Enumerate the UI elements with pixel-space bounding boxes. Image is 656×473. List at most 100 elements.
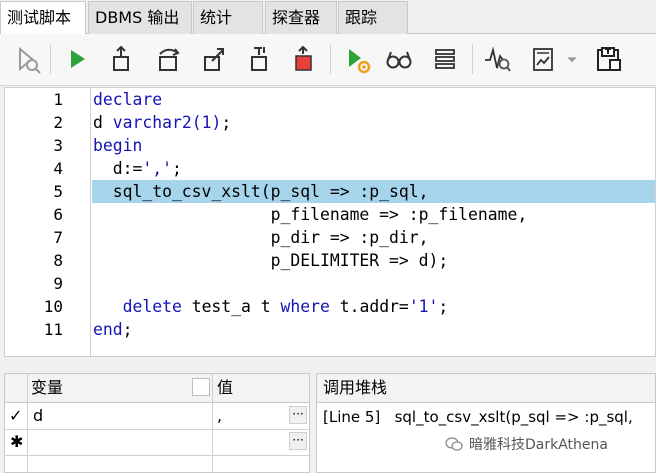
code-text: d varchar2(1); (93, 111, 231, 134)
call-stack-text: sql_to_csv_xslt(p_sql => :p_sql, (394, 408, 633, 426)
tab-dbms-output[interactable]: DBMS 输出 (88, 1, 192, 34)
run-to-exception-icon[interactable] (340, 42, 374, 76)
dropdown-chevron-icon[interactable] (562, 42, 582, 76)
toolbar-separator (330, 44, 331, 74)
code-token: test_a t (181, 297, 281, 316)
literal-token: '1' (408, 297, 439, 316)
keyword-token: declare (93, 90, 163, 109)
call-stack-row[interactable]: [Line 5] sql_to_csv_xslt(p_sql => :p_sql… (323, 404, 633, 430)
call-stack-line: [Line 5] (323, 408, 381, 426)
stack-icon[interactable] (428, 42, 462, 76)
code-token: d:= (93, 159, 143, 178)
save-icon[interactable] (592, 42, 626, 76)
keyword-token: where (280, 297, 330, 316)
line-number: 7 (53, 228, 63, 247)
bottom-panels: 变量 值 ✓ d , ··· ✱ ··· 调用堆栈 [Line 5] sql_t… (4, 373, 656, 473)
code-token: p_dir => :p_dir, (93, 228, 429, 247)
tab-label: 跟踪 (345, 8, 378, 27)
line-number: 9 (53, 274, 63, 293)
code-line[interactable]: 8 p_DELIMITER => d); (5, 249, 655, 272)
call-stack-panel: 调用堆栈 [Line 5] sql_to_csv_xslt(p_sql => :… (316, 373, 656, 473)
tab-statistics[interactable]: 统计 (193, 1, 263, 34)
column-header-value[interactable]: 值 (217, 375, 233, 401)
variables-grid: 变量 值 ✓ d , ··· ✱ ··· (4, 373, 310, 473)
toolbar-separator (472, 44, 473, 74)
tab-trace[interactable]: 跟踪 (338, 1, 408, 34)
keyword-token: end (93, 320, 123, 339)
code-token: ; (122, 320, 133, 339)
step-into-icon[interactable] (104, 42, 138, 76)
variable-value-cell[interactable]: , (217, 403, 222, 429)
code-line[interactable]: 11 end; (5, 318, 655, 341)
code-token: p_DELIMITER => d); (93, 251, 449, 270)
edit-value-ellipsis-button[interactable]: ··· (289, 406, 307, 424)
watch-glasses-icon[interactable] (382, 42, 416, 76)
code-line[interactable]: 7 p_dir => :p_dir, (5, 226, 655, 249)
tab-label: 探查器 (272, 8, 321, 27)
profiler-icon[interactable] (480, 42, 514, 76)
code-line[interactable]: 1 declare (5, 88, 655, 111)
code-token: ; (171, 159, 182, 178)
watermark-text: 暗雅科技DarkAthena (469, 437, 608, 453)
variable-name-cell[interactable]: d (33, 403, 43, 429)
code-line[interactable]: 6 p_filename => :p_filename, (5, 203, 655, 226)
literal-token: ',' (142, 159, 172, 178)
line-number: 11 (43, 320, 63, 339)
grid-divider (5, 455, 309, 456)
stop-icon[interactable] (286, 42, 320, 76)
step-out-icon[interactable] (196, 42, 230, 76)
code-line[interactable]: 9 (5, 272, 655, 295)
code-line[interactable]: 5 sql_to_csv_xslt(p_sql => :p_sql, (5, 180, 655, 203)
wechat-icon (445, 437, 463, 451)
code-line[interactable]: 4 d:=','; (5, 157, 655, 180)
code-line[interactable]: 2 d varchar2(1); (5, 111, 655, 134)
column-filter-checkbox[interactable] (192, 378, 210, 396)
variables-header: 变量 值 (5, 374, 309, 403)
grid-divider (27, 374, 28, 472)
tab-test-script[interactable]: 测试脚本 (0, 1, 86, 35)
code-text: p_dir => :p_dir, (93, 226, 429, 249)
report-icon[interactable] (526, 42, 560, 76)
tab-label: DBMS 输出 (95, 8, 180, 27)
code-text: delete test_a t where t.addr='1'; (93, 295, 449, 318)
code-text: end; (93, 318, 132, 341)
step-over-icon[interactable] (152, 42, 186, 76)
code-line[interactable]: 10 delete test_a t where t.addr='1'; (5, 295, 655, 318)
tab-label: 测试脚本 (7, 8, 72, 27)
code-token: ; (438, 297, 449, 316)
row-marker-check: ✓ (9, 406, 23, 425)
line-number: 3 (53, 136, 63, 155)
code-text: begin (93, 134, 142, 157)
code-editor[interactable]: 1 declare 2 d varchar2(1); 3 begin 4 d:=','; 5 … (4, 87, 656, 357)
watermark: 暗雅科技DarkAthena (445, 434, 608, 454)
toolbar-separator (50, 44, 51, 74)
edit-value-ellipsis-button[interactable]: ··· (289, 432, 307, 450)
debug-toolbar (0, 34, 656, 86)
column-header-variable[interactable]: 变量 (31, 375, 63, 401)
code-text: p_DELIMITER => d); (93, 249, 449, 272)
code-text: declare (93, 88, 162, 111)
code-token: ; (221, 113, 232, 132)
grid-divider (212, 374, 213, 472)
run-icon[interactable] (60, 42, 94, 76)
line-number: 6 (53, 205, 63, 224)
run-to-cursor-icon[interactable] (242, 42, 276, 76)
code-line[interactable]: 3 begin (5, 134, 655, 157)
call-stack-header: 调用堆栈 (317, 374, 655, 403)
line-number: 8 (53, 251, 63, 270)
line-number: 10 (43, 297, 63, 316)
keyword-token: begin (93, 136, 143, 155)
row-marker-new: ✱ (10, 432, 24, 451)
call-stack-title: 调用堆栈 (323, 378, 388, 397)
literal-token: (1) (191, 113, 222, 132)
line-number: 5 (53, 182, 63, 201)
line-number: 1 (53, 90, 63, 109)
debug-search-icon[interactable] (10, 42, 44, 76)
code-token: p_filename => :p_filename, (93, 205, 528, 224)
code-token: sql_to_csv_xslt(p_sql => :p_sql, (93, 182, 429, 201)
tab-profiler[interactable]: 探查器 (265, 1, 337, 34)
line-number: 4 (53, 159, 63, 178)
code-text: p_filename => :p_filename, (93, 203, 528, 226)
keyword-token: delete (122, 297, 182, 316)
